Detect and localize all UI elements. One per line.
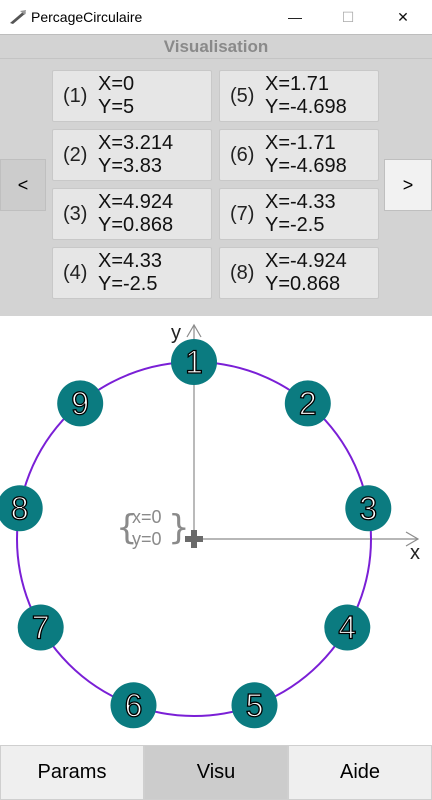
hole-pattern-diagram: y x 1 2 3 4 5 6 7 8 9 [0, 322, 420, 729]
hole-label-8: 8 [11, 490, 29, 526]
coord-index: (8) [230, 262, 255, 284]
prev-page-button[interactable]: < [0, 159, 46, 211]
coord-y-value: Y=0.868 [265, 273, 341, 295]
drill-app-icon [10, 10, 26, 24]
coord-index: (1) [63, 85, 88, 107]
y-axis-label: y [171, 322, 181, 344]
hole-label-3: 3 [359, 490, 377, 526]
tab-params[interactable]: Params [0, 745, 144, 800]
coord-index: (6) [230, 144, 255, 166]
coord-card-5: (5) X=1.71 Y=-4.698 [219, 70, 379, 122]
coord-x-value: X=0 [98, 73, 135, 95]
coord-index: (4) [63, 262, 88, 284]
coord-x-value: X=3.214 [98, 132, 174, 154]
coord-y-value: Y=-4.698 [265, 96, 347, 118]
close-icon: ✕ [397, 8, 409, 25]
hole-label-7: 7 [32, 610, 50, 646]
coord-x-value: X=-4.924 [265, 250, 347, 272]
origin-y-label: y=0 [132, 529, 162, 549]
panel-title: Visualisation [163, 37, 269, 56]
hole-label-5: 5 [246, 687, 264, 723]
panel-divider [0, 58, 432, 59]
visualisation-panel: Visualisation < > (1) X=0 Y=5 (2) X=3.21… [0, 34, 432, 316]
coord-card-2: (2) X=3.214 Y=3.83 [52, 129, 212, 181]
next-page-button[interactable]: > [384, 159, 432, 211]
title-bar: PercageCirculaire — ☐ ✕ [0, 0, 432, 34]
coord-index: (2) [63, 144, 88, 166]
coord-y-value: Y=3.83 [98, 155, 162, 177]
coord-index: (7) [230, 203, 255, 225]
coord-index: (5) [230, 85, 255, 107]
tab-visu[interactable]: Visu [144, 745, 288, 800]
coord-index: (3) [63, 203, 88, 225]
coord-y-value: Y=0.868 [98, 214, 174, 236]
maximize-icon: ☐ [341, 8, 355, 25]
hole-label-4: 4 [338, 610, 356, 646]
origin-x-label: x=0 [132, 507, 162, 527]
maximize-button[interactable]: ☐ [325, 0, 371, 34]
coord-y-value: Y=-2.5 [265, 214, 325, 236]
coord-card-4: (4) X=4.33 Y=-2.5 [52, 247, 212, 299]
coord-x-value: X=-1.71 [265, 132, 336, 154]
hole-label-1: 1 [185, 344, 203, 380]
close-button[interactable]: ✕ [380, 0, 426, 34]
hole-label-2: 2 [299, 385, 317, 421]
tab-aide[interactable]: Aide [288, 745, 432, 800]
coord-y-value: Y=5 [98, 96, 135, 118]
coord-card-3: (3) X=4.924 Y=0.868 [52, 188, 212, 240]
coord-card-1: (1) X=0 Y=5 [52, 70, 212, 122]
hole-label-9: 9 [71, 385, 89, 421]
coord-card-8: (8) X=-4.924 Y=0.868 [219, 247, 379, 299]
minimize-button[interactable]: — [272, 0, 318, 34]
coord-x-value: X=1.71 [265, 73, 329, 95]
x-axis-label: x [410, 542, 420, 564]
coord-x-value: X=4.924 [98, 191, 174, 213]
minimize-icon: — [288, 9, 302, 25]
window-title: PercageCirculaire [31, 9, 143, 25]
coord-y-value: Y=-4.698 [265, 155, 347, 177]
bottom-tab-bar: Params Visu Aide [0, 745, 432, 800]
origin-brace-right: } [168, 508, 190, 548]
coord-card-7: (7) X=-4.33 Y=-2.5 [219, 188, 379, 240]
coord-x-value: X=-4.33 [265, 191, 336, 213]
hole-label-6: 6 [125, 687, 143, 723]
hole-pattern-canvas: y x 123456789 { x=0 y=0 } [0, 315, 432, 745]
coord-card-6: (6) X=-1.71 Y=-4.698 [219, 129, 379, 181]
coord-x-value: X=4.33 [98, 250, 162, 272]
coord-y-value: Y=-2.5 [98, 273, 158, 295]
